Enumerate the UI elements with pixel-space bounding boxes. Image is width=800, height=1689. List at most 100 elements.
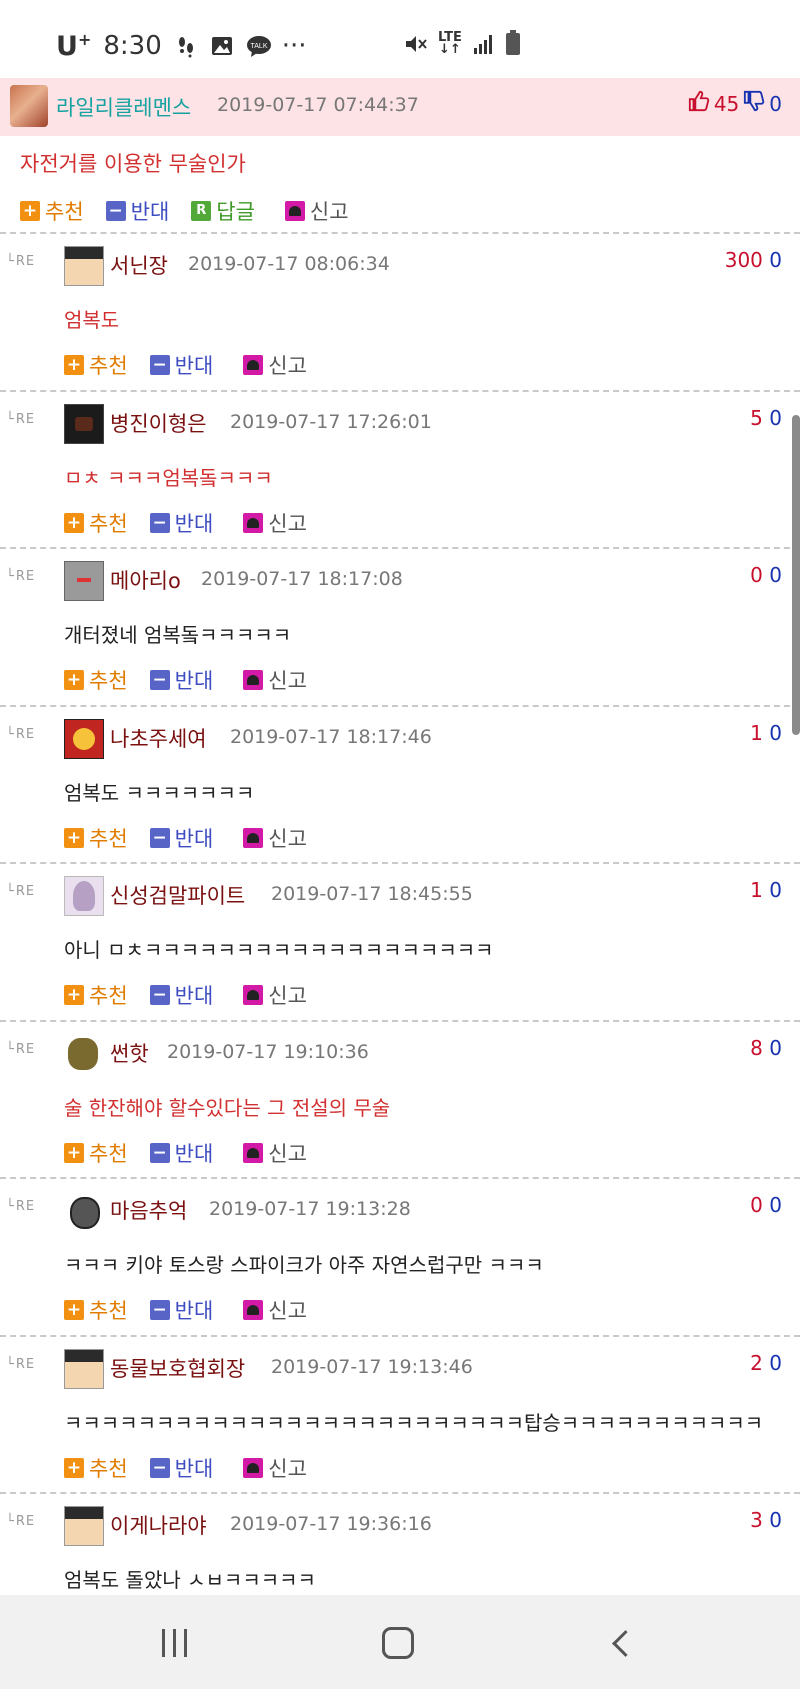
oppose-button[interactable]: −반대 bbox=[149, 350, 213, 380]
plus-icon: + bbox=[20, 201, 40, 221]
comment-item: RE 서닌장 2019-07-17 08:06:34 300 0 엄복도 +추천 −반대 신고 bbox=[0, 232, 800, 391]
thumbs-up-icon[interactable] bbox=[688, 90, 710, 117]
comment-author[interactable]: 이게나라야 bbox=[110, 1510, 207, 1540]
plus-icon: + bbox=[64, 1457, 84, 1478]
report-button[interactable]: 신고 bbox=[243, 1295, 307, 1325]
upvote-count: 1 bbox=[750, 878, 763, 902]
report-button[interactable]: 신고 bbox=[243, 1453, 307, 1483]
gallery-icon bbox=[210, 34, 234, 58]
comment-item: RE 마음추억 2019-07-17 19:13:28 0 0 ㅋㅋㅋ 키야 토스랑 스… bbox=[0, 1177, 800, 1336]
comment-item: RE 병진이형은 2019-07-17 17:26:01 5 0 ㅁㅊ ㅋㅋㅋ엄복돜ㅋㅋ… bbox=[0, 389, 800, 549]
avatar[interactable] bbox=[64, 1191, 102, 1229]
recommend-button[interactable]: +추천 bbox=[64, 350, 128, 380]
report-button[interactable]: 신고 bbox=[243, 665, 307, 695]
home-button[interactable] bbox=[378, 1623, 418, 1663]
post-author[interactable]: 라일리클레멘스 bbox=[56, 92, 191, 122]
comment-timestamp: 2019-07-17 18:45:55 bbox=[271, 883, 473, 905]
mute-icon bbox=[404, 32, 428, 56]
plus-icon: + bbox=[64, 512, 84, 533]
reply-marker-icon: RE bbox=[6, 1357, 35, 1372]
oppose-button[interactable]: −반대 bbox=[149, 823, 213, 853]
plus-icon: + bbox=[64, 1300, 84, 1320]
avatar[interactable] bbox=[64, 1034, 102, 1072]
recommend-button[interactable]: +추천 bbox=[20, 196, 84, 226]
avatar[interactable] bbox=[64, 718, 104, 759]
recommend-button[interactable]: +추천 bbox=[64, 1453, 128, 1483]
comment-timestamp: 2019-07-17 19:13:28 bbox=[209, 1198, 411, 1220]
avatar[interactable] bbox=[10, 85, 48, 127]
avatar[interactable] bbox=[64, 1506, 104, 1546]
avatar[interactable] bbox=[64, 1348, 104, 1389]
comment-timestamp: 2019-07-17 18:17:46 bbox=[230, 725, 432, 748]
reply-button[interactable]: R 답글 bbox=[191, 196, 255, 226]
oppose-button[interactable]: −반대 bbox=[149, 1453, 213, 1483]
carrier-label: U+ bbox=[56, 30, 92, 62]
reply-marker-icon: RE bbox=[6, 569, 35, 584]
recommend-button[interactable]: +추천 bbox=[64, 508, 128, 538]
comment-votes: 1 0 bbox=[750, 878, 782, 902]
comment-author[interactable]: 서닌장 bbox=[110, 250, 168, 280]
upvote-count: 2 bbox=[750, 1350, 763, 1375]
recommend-button[interactable]: +추천 bbox=[64, 1295, 128, 1325]
avatar[interactable] bbox=[64, 246, 104, 286]
comment-text: ㅁㅊ ㅋㅋㅋ엄복돜ㅋㅋㅋ bbox=[64, 465, 273, 490]
downvote-count: 0 bbox=[769, 248, 782, 272]
siren-icon bbox=[243, 1457, 264, 1478]
oppose-button[interactable]: −반대 bbox=[149, 1295, 213, 1325]
siren-icon bbox=[243, 670, 264, 690]
comment-author[interactable]: 나초주세여 bbox=[110, 723, 207, 753]
comment-actions: +추천 −반대 신고 bbox=[64, 980, 329, 1010]
downvote-count: 0 bbox=[769, 1350, 782, 1375]
recent-apps-button[interactable] bbox=[154, 1623, 194, 1663]
back-button[interactable] bbox=[602, 1623, 642, 1663]
comment-author[interactable]: 병진이형은 bbox=[110, 408, 207, 438]
comment-author[interactable]: 마음추억 bbox=[110, 1195, 187, 1225]
steps-icon bbox=[174, 34, 198, 58]
scrollbar[interactable] bbox=[792, 415, 800, 735]
report-button[interactable]: 신고 bbox=[243, 350, 307, 380]
recommend-button[interactable]: +추천 bbox=[64, 980, 128, 1010]
comment-timestamp: 2019-07-17 08:06:34 bbox=[188, 253, 390, 275]
report-button[interactable]: 신고 bbox=[243, 980, 307, 1010]
comment-actions: +추천 −반대 신고 bbox=[64, 665, 329, 695]
reply-marker-icon: RE bbox=[6, 1042, 35, 1057]
downvote-count: 0 bbox=[769, 1193, 782, 1217]
recommend-button[interactable]: +추천 bbox=[64, 1138, 128, 1168]
downvote-count: 0 bbox=[769, 563, 782, 587]
oppose-button[interactable]: −반대 bbox=[105, 196, 169, 226]
reply-marker-icon: RE bbox=[6, 254, 35, 269]
comment-text: 엄복도 ㅋㅋㅋㅋㅋㅋㅋ bbox=[64, 780, 255, 805]
comment-timestamp: 2019-07-17 18:17:08 bbox=[201, 568, 403, 590]
comment-text: ㅋㅋㅋ 키야 토스랑 스파이크가 아주 자연스럽구만 ㅋㅋㅋ bbox=[64, 1253, 544, 1277]
recommend-button[interactable]: +추천 bbox=[64, 823, 128, 853]
minus-icon: − bbox=[149, 985, 170, 1005]
comment-text: ㅋㅋㅋㅋㅋㅋㅋㅋㅋㅋㅋㅋㅋㅋㅋㅋㅋㅋㅋㅋㅋㅋㅋㅋㅋ탑승ㅋㅋㅋㅋㅋㅋㅋㅋㅋㅋㅋ bbox=[64, 1410, 764, 1435]
oppose-button[interactable]: −반대 bbox=[149, 1138, 213, 1168]
siren-icon bbox=[243, 355, 264, 375]
recommend-button[interactable]: +추천 bbox=[64, 665, 128, 695]
upvote-count: 5 bbox=[750, 405, 763, 430]
report-button[interactable]: 신고 bbox=[284, 196, 349, 226]
oppose-button[interactable]: −반대 bbox=[149, 980, 213, 1010]
oppose-button[interactable]: −반대 bbox=[149, 665, 213, 695]
avatar[interactable] bbox=[64, 876, 104, 916]
oppose-button[interactable]: −반대 bbox=[149, 508, 213, 538]
comment-author[interactable]: 썬핫 bbox=[110, 1038, 149, 1068]
comment-author[interactable]: 메아리o bbox=[110, 565, 181, 595]
lte-indicator: LTE ↓↑ bbox=[438, 30, 462, 57]
plus-icon: + bbox=[64, 985, 84, 1005]
minus-icon: − bbox=[149, 512, 170, 533]
avatar[interactable] bbox=[64, 561, 104, 601]
report-button[interactable]: 신고 bbox=[243, 823, 307, 853]
report-button[interactable]: 신고 bbox=[243, 1138, 307, 1168]
post-timestamp: 2019-07-17 07:44:37 bbox=[217, 94, 419, 116]
talk-icon: TALK bbox=[246, 34, 271, 58]
report-button[interactable]: 신고 bbox=[243, 508, 307, 538]
comment-author[interactable]: 신성검말파이트 bbox=[110, 880, 245, 910]
comment-timestamp: 2019-07-17 19:13:46 bbox=[271, 1355, 473, 1378]
downvote-count: 0 bbox=[769, 1508, 782, 1532]
avatar[interactable] bbox=[64, 403, 104, 444]
thumbs-down-icon[interactable] bbox=[743, 90, 765, 117]
comment-author[interactable]: 동물보호협회장 bbox=[110, 1353, 245, 1383]
comment-item: RE 썬핫 2019-07-17 19:10:36 8 0 술 한잔해야 할수있다는 그… bbox=[0, 1019, 800, 1179]
